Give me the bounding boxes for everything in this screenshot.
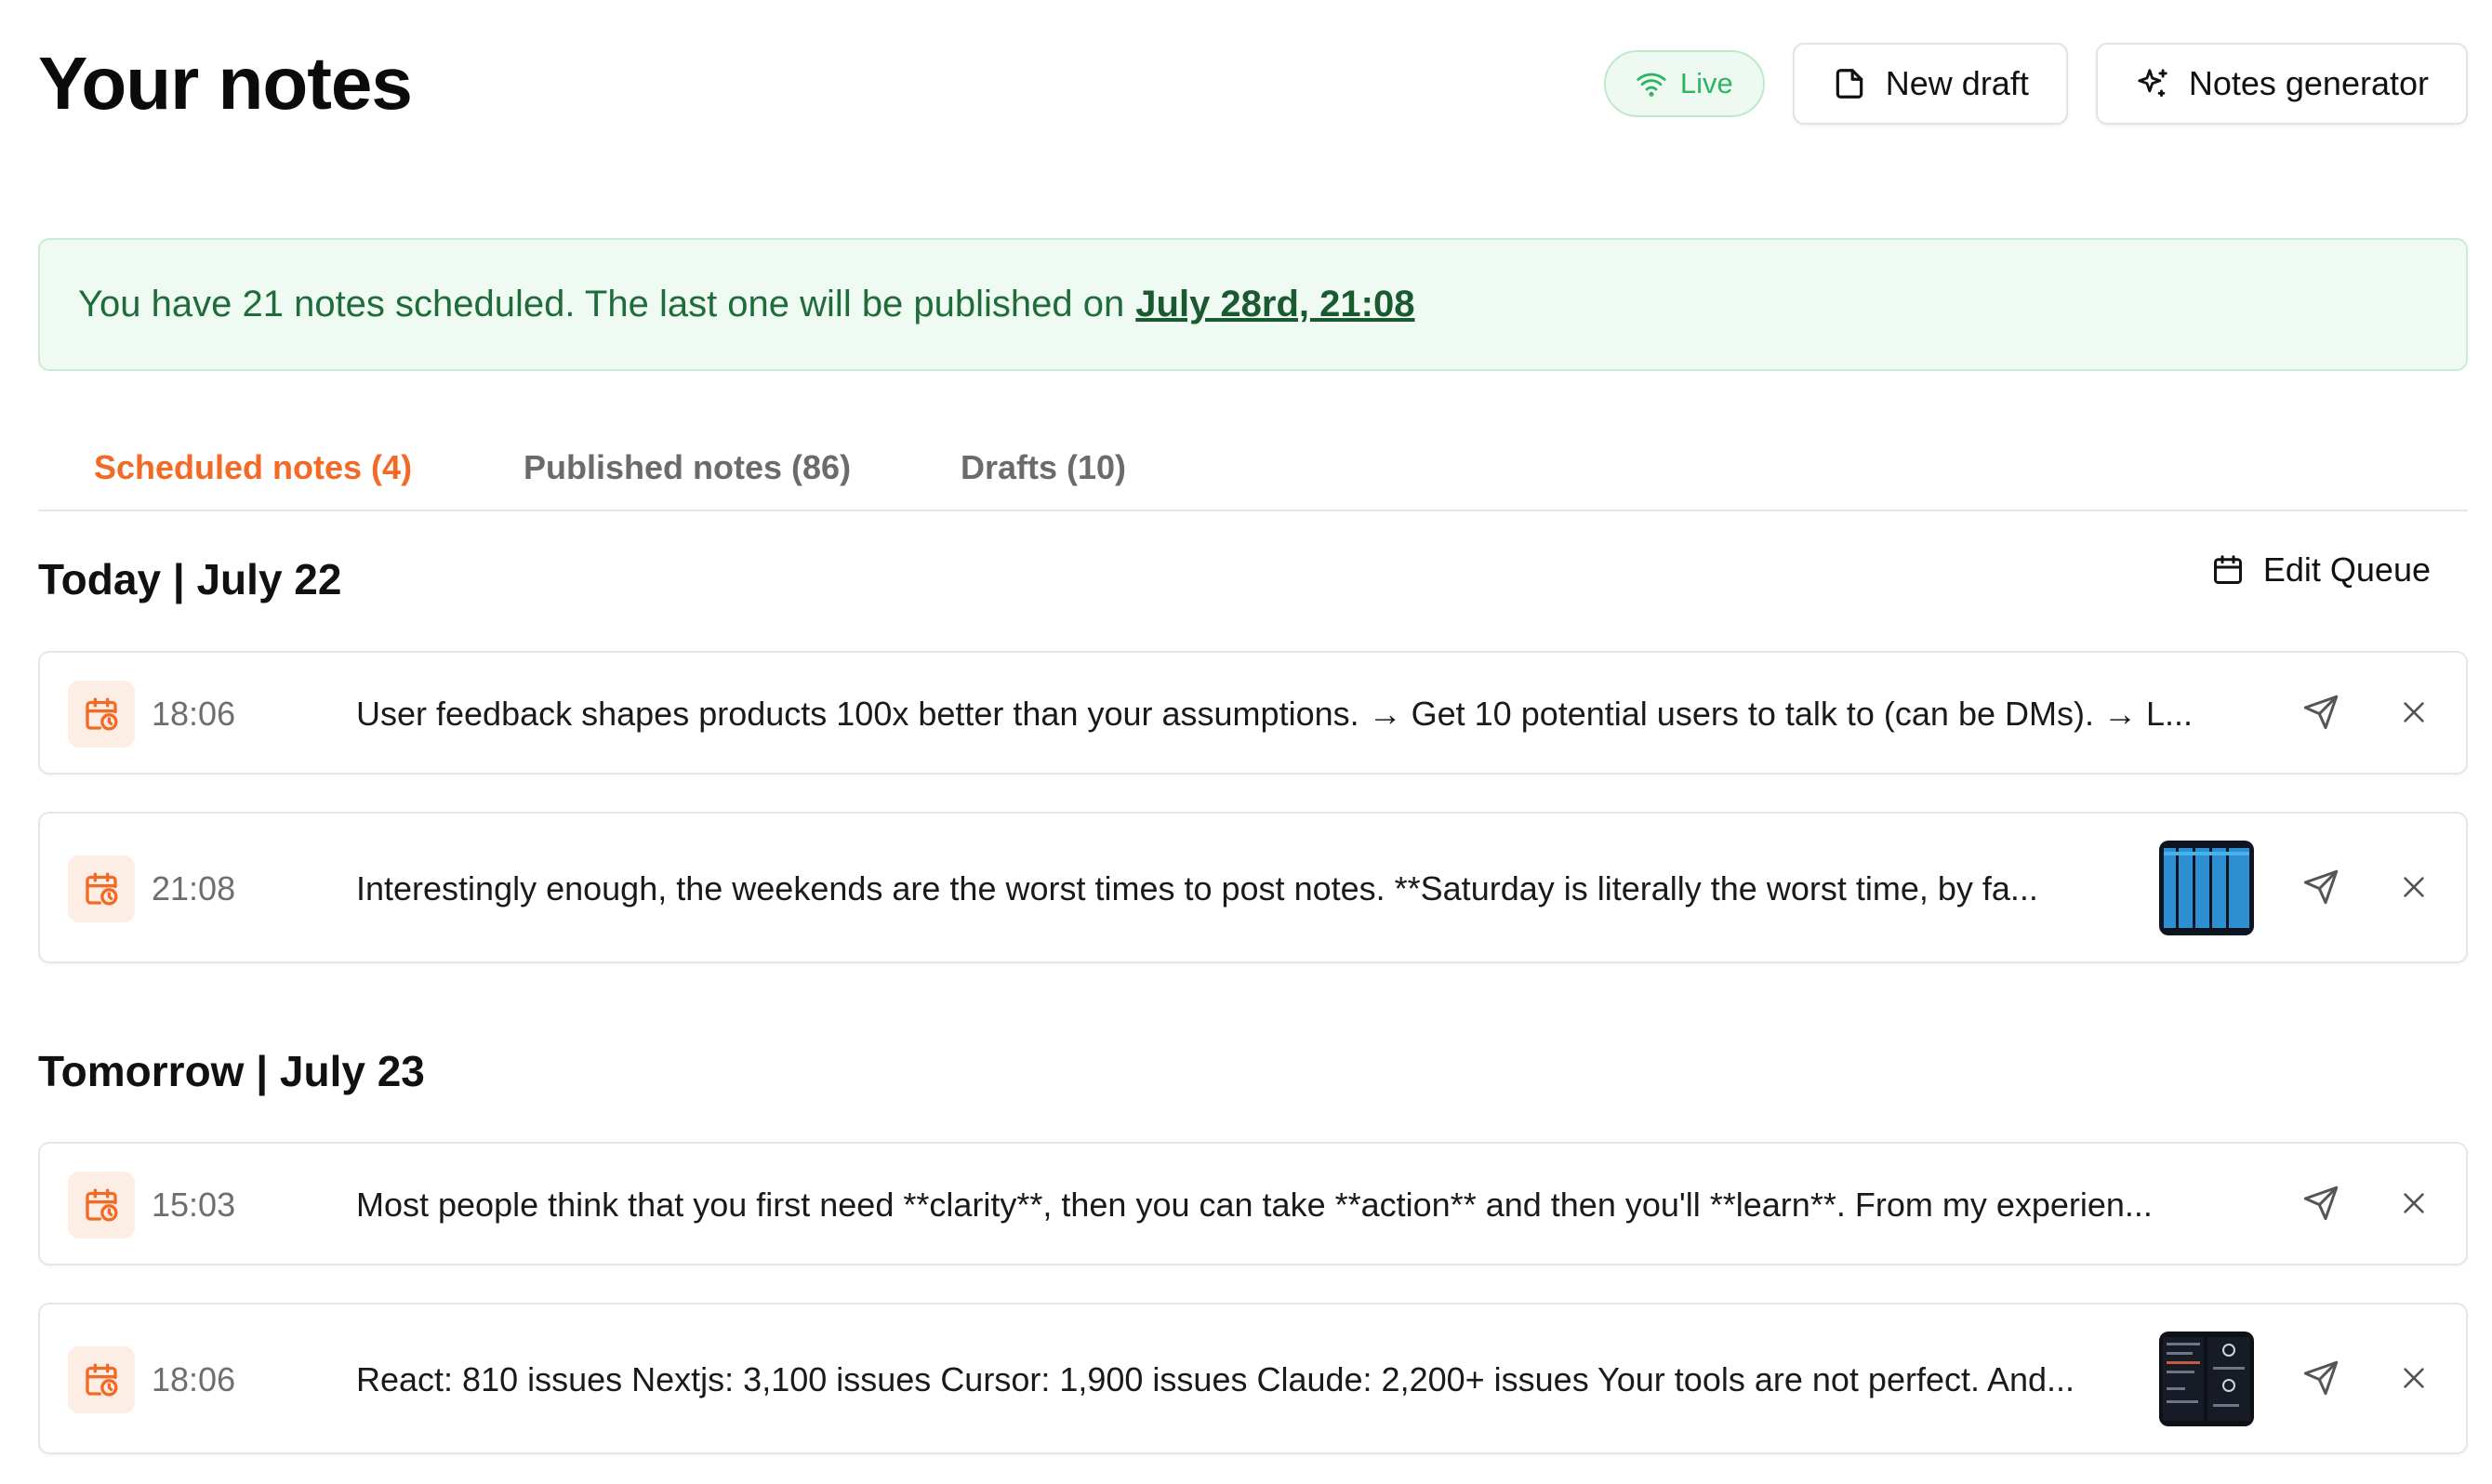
page-title: Your notes [38,42,413,125]
send-button[interactable] [2297,863,2345,911]
close-icon [2404,1368,2424,1388]
tab-published-notes[interactable]: Published notes (86) [524,437,851,487]
sparkles-icon [2138,69,2167,98]
note-time: 18:06 [152,695,236,733]
remove-button[interactable] [2390,1354,2438,1402]
note-text: Interestingly enough, the weekends are t… [356,869,2038,908]
edit-queue-button[interactable]: Edit Queue [2211,550,2431,590]
calendar-clock-icon [68,855,135,922]
notes-generator-label: Notes generator [2188,64,2429,102]
note-card[interactable]: 18:06 User feedback shapes products 100x… [38,651,2468,775]
note-time: 15:03 [152,1186,236,1224]
remove-button[interactable] [2390,688,2438,736]
notes-generator-button[interactable]: Notes generator [2095,43,2468,125]
send-button[interactable] [2297,688,2345,736]
remove-button[interactable] [2390,863,2438,911]
send-button[interactable] [2297,1354,2345,1402]
calendar-clock-icon [68,1346,135,1413]
send-icon [2303,1186,2339,1221]
remove-button[interactable] [2390,1179,2438,1227]
note-time: 21:08 [152,869,236,908]
header-actions: Live New draft Notes generator [1603,43,2468,125]
banner-text: You have 21 notes scheduled. The last on… [78,284,1125,325]
note-text: React: 810 issues Nextjs: 3,100 issues C… [356,1360,2075,1398]
new-draft-label: New draft [1885,64,2029,102]
new-draft-button[interactable]: New draft [1792,43,2068,125]
page-header: Your notes Live New draft Notes generato… [38,41,2468,126]
note-image-thumbnail[interactable] [2159,841,2254,935]
note-image-thumbnail[interactable] [2159,1332,2254,1426]
note-card[interactable]: 21:08 Interestingly enough, the weekends… [38,812,2468,963]
notes-tabs: Scheduled notes (4) Published notes (86)… [38,437,2468,511]
last-publish-link[interactable]: July 28rd, 21:08 [1135,284,1414,325]
send-icon [2303,1360,2339,1396]
send-icon [2303,695,2339,730]
tab-drafts[interactable]: Drafts (10) [961,437,1126,487]
edit-queue-label: Edit Queue [2262,550,2431,589]
wifi-icon [1637,73,1666,97]
calendar-clock-icon [68,1172,135,1239]
note-card[interactable]: 18:06 React: 810 issues Nextjs: 3,100 is… [38,1303,2468,1454]
close-icon [2404,1193,2424,1213]
tab-scheduled-notes[interactable]: Scheduled notes (4) [94,437,412,487]
live-label: Live [1679,67,1733,99]
section-title-today: Today | July 22 [38,555,342,603]
section-title-tomorrow: Tomorrow | July 23 [38,1047,425,1095]
live-badge[interactable]: Live [1603,50,1765,117]
note-text: User feedback shapes products 100x bette… [356,695,2193,733]
send-button[interactable] [2297,1179,2345,1227]
note-time: 18:06 [152,1360,236,1398]
close-icon [2404,702,2424,722]
send-icon [2303,869,2339,905]
schedule-banner: You have 21 notes scheduled. The last on… [38,238,2468,371]
close-icon [2404,877,2424,897]
calendar-icon [2213,555,2242,584]
file-icon [1836,69,1863,99]
note-text: Most people think that you first need **… [356,1186,2153,1224]
note-card[interactable]: 15:03 Most people think that you first n… [38,1142,2468,1265]
calendar-clock-icon [68,681,135,748]
